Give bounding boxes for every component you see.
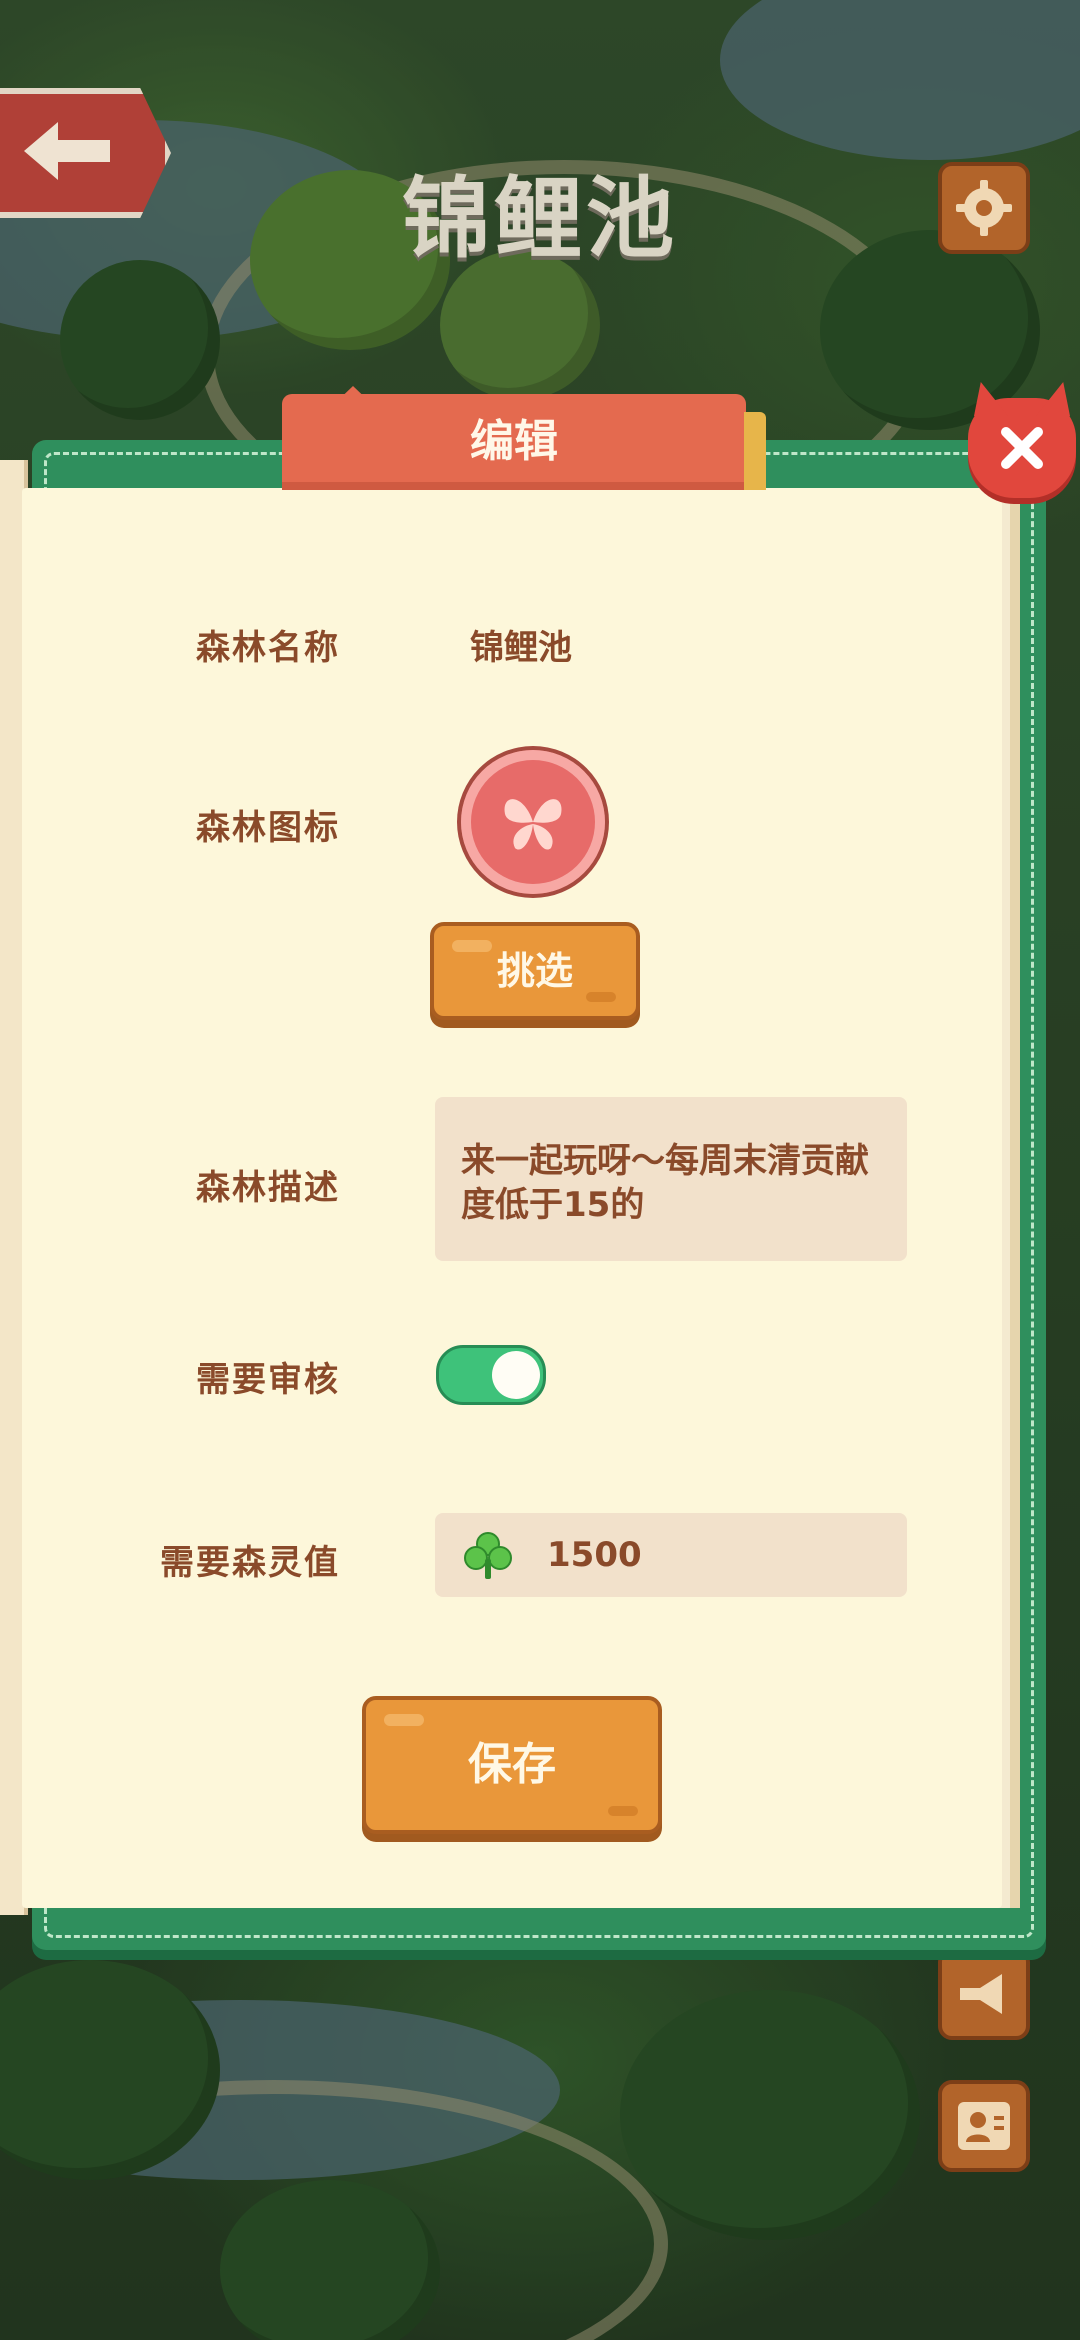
forest-title: 锦鲤池 [401,167,678,270]
need-spirit-value: 1500 [547,1535,642,1575]
announce-button[interactable] [938,1948,1030,2040]
clover-icon [464,1532,512,1579]
settings-button[interactable] [938,162,1030,254]
close-button[interactable] [968,382,1076,498]
forest-description-input[interactable]: 来一起玩呀～每周末清贡献度低于15的 [435,1097,907,1261]
forest-icon-preview [461,750,605,894]
forest-icon-label: 森林图标 [196,808,340,848]
close-icon [1001,427,1043,469]
forest-description-text: 来一起玩呀～每周末清贡献度低于15的 [461,1141,869,1225]
forest-description-label: 森林描述 [196,1168,340,1208]
need-review-label: 需要审核 [196,1360,340,1400]
toggle-knob [492,1351,540,1399]
gear-icon [956,180,1012,236]
need-spirit-label: 需要森灵值 [160,1543,340,1583]
need-review-toggle[interactable] [436,1345,546,1405]
megaphone-icon [960,1974,1002,2014]
contact-card-icon [958,2102,1010,2150]
members-button[interactable] [938,2080,1030,2172]
butterfly-icon [504,799,562,850]
forest-name-label: 森林名称 [196,628,340,668]
forest-name-value: 锦鲤池 [470,628,572,668]
pick-icon-button[interactable]: 挑选 [430,922,640,1020]
need-spirit-input[interactable]: 1500 [435,1513,907,1597]
dialog-title: 编辑 [470,416,558,467]
save-button[interactable]: 保存 [362,1696,662,1834]
